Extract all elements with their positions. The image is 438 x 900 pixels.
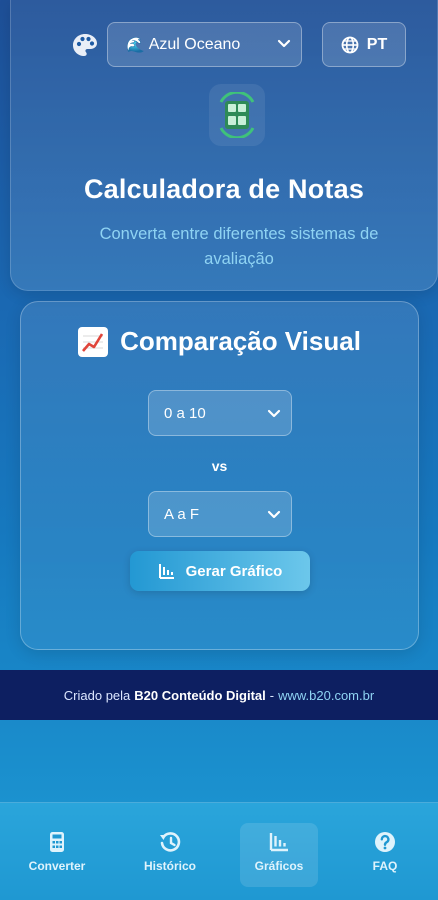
- app-logo-icon: [209, 84, 265, 146]
- chevron-down-icon: [267, 510, 281, 519]
- calculator-icon: [50, 832, 64, 852]
- generate-chart-label: Gerar Gráfico: [185, 562, 283, 580]
- page-title: Calculadora de Notas: [83, 174, 365, 204]
- compare-title: Comparação Visual: [120, 326, 361, 356]
- wave-icon: 🌊: [126, 36, 145, 54]
- header-card: 🌊 Azul Oceano PT Calculadora de Notas Co…: [10, 0, 438, 291]
- nav-item-converter[interactable]: Converter: [18, 823, 96, 887]
- scale-b-value: A a F: [164, 505, 200, 523]
- bottom-nav: Converter Histórico Gráficos FAQ: [0, 802, 438, 900]
- compare-heading: Comparação Visual: [21, 326, 418, 357]
- credit-footer: Criado pela B20 Conteúdo Digital - www.b…: [0, 670, 438, 720]
- nav-label-history: Histórico: [143, 859, 196, 873]
- theme-select-value: Azul Oceano: [148, 35, 241, 53]
- credit-prefix: Criado pela: [63, 687, 131, 703]
- chevron-down-icon: [277, 39, 291, 48]
- credit-separator: -: [269, 687, 275, 703]
- globe-icon: [341, 36, 359, 53]
- palette-icon[interactable]: [71, 32, 99, 60]
- nav-item-charts[interactable]: Gráficos: [240, 823, 318, 887]
- help-icon: [375, 832, 395, 852]
- generate-chart-button[interactable]: Gerar Gráfico: [130, 551, 310, 591]
- nav-item-faq[interactable]: FAQ: [346, 823, 424, 887]
- language-label: PT: [366, 35, 388, 53]
- theme-select[interactable]: 🌊 Azul Oceano: [107, 22, 302, 67]
- nav-label-charts: Gráficos: [254, 859, 304, 873]
- history-icon: [160, 832, 181, 852]
- scale-b-select[interactable]: A a F: [148, 491, 292, 537]
- scale-a-value: 0 a 10: [164, 404, 206, 422]
- chart-icon: [269, 833, 288, 852]
- language-button[interactable]: PT: [322, 22, 406, 67]
- chart-increasing-icon: [78, 326, 109, 357]
- chevron-down-icon: [267, 409, 281, 418]
- nav-label-converter: Converter: [28, 859, 86, 873]
- page-subtitle: Converta entre diferentes sistemas de av…: [99, 225, 379, 268]
- scale-a-select[interactable]: 0 a 10: [148, 390, 292, 436]
- vs-label: vs: [211, 458, 228, 474]
- nav-item-history[interactable]: Histórico: [131, 823, 209, 887]
- compare-card: Comparação Visual 0 a 10 vs A a F Gerar …: [20, 301, 419, 650]
- nav-label-faq: FAQ: [372, 859, 398, 873]
- credit-brand: B20 Conteúdo Digital: [134, 687, 266, 703]
- bar-chart-icon: [158, 564, 174, 579]
- credit-link[interactable]: www.b20.com.br: [278, 688, 374, 703]
